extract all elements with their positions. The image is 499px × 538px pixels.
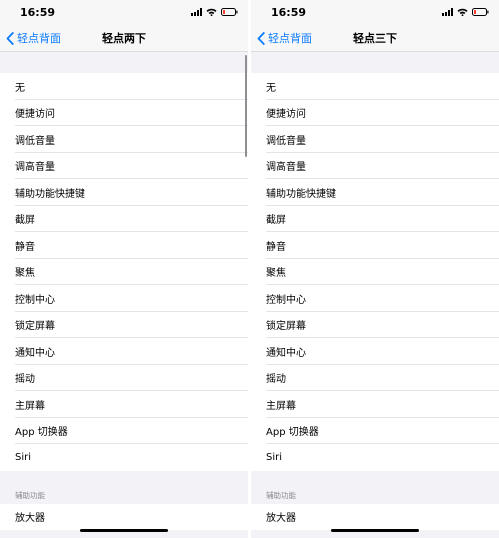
signal-icon [191,8,202,16]
battery-icon [472,8,489,16]
list-item-shake[interactable]: 摇动 [251,364,499,391]
page: 16:59 轻点背面 轻点两下 无 便捷访问 调低音量 调高音量 辅助功能快捷键… [0,0,499,538]
chevron-left-icon [6,31,14,45]
list-item-lock-screen[interactable]: 锁定屏幕 [0,311,248,338]
list-item-magnifier[interactable]: 放大器 [0,503,248,530]
list-item-volume-up[interactable]: 调高音量 [251,152,499,179]
list-item-focus[interactable]: 聚焦 [0,258,248,285]
nav-bar: 轻点背面 轻点两下 [0,24,248,52]
status-icons [191,8,238,16]
list-item-shake[interactable]: 摇动 [0,364,248,391]
list-item-screenshot[interactable]: 截屏 [0,205,248,232]
list-item-notification-center[interactable]: 通知中心 [0,338,248,365]
list-item-accessibility-shortcut[interactable]: 辅助功能快捷键 [251,179,499,206]
list-item-app-switcher[interactable]: App 切换器 [251,417,499,444]
wifi-icon [457,8,468,16]
list-item-lock-screen[interactable]: 锁定屏幕 [251,311,499,338]
list-item-focus[interactable]: 聚焦 [251,258,499,285]
scrollbar[interactable] [245,55,247,157]
screen-triple-tap: 16:59 轻点背面 轻点三下 无 便捷访问 调低音量 调高音量 辅助功能快捷键… [251,0,499,538]
wifi-icon [206,8,217,16]
section-header-accessibility: 辅助功能 [0,487,248,504]
home-indicator[interactable] [80,529,168,532]
list-item-volume-up[interactable]: 调高音量 [0,152,248,179]
action-list: 无 便捷访问 调低音量 调高音量 辅助功能快捷键 截屏 静音 聚焦 控制中心 锁… [251,73,499,471]
action-list: 无 便捷访问 调低音量 调高音量 辅助功能快捷键 截屏 静音 聚焦 控制中心 锁… [0,73,248,471]
list-top-gap [251,52,499,73]
list-item-control-center[interactable]: 控制中心 [251,285,499,312]
list-item-siri[interactable]: Siri [0,444,248,471]
list-item-volume-down[interactable]: 调低音量 [251,126,499,153]
list-item-none[interactable]: 无 [0,73,248,100]
list-item-app-switcher[interactable]: App 切换器 [0,417,248,444]
list-item-siri[interactable]: Siri [251,444,499,471]
list-item-notification-center[interactable]: 通知中心 [251,338,499,365]
back-button-label: 轻点背面 [268,32,312,45]
list-item-control-center[interactable]: 控制中心 [0,285,248,312]
status-bar: 16:59 [0,0,248,24]
chevron-left-icon [257,31,265,45]
list-item-reachability[interactable]: 便捷访问 [251,99,499,126]
back-button[interactable]: 轻点背面 [6,24,61,52]
list-item-volume-down[interactable]: 调低音量 [0,126,248,153]
back-button-label: 轻点背面 [17,32,61,45]
list-item-none[interactable]: 无 [251,73,499,100]
signal-icon [442,8,453,16]
status-icons [442,8,489,16]
list-top-gap [0,52,248,73]
nav-bar: 轻点背面 轻点三下 [251,24,499,52]
screen-double-tap: 16:59 轻点背面 轻点两下 无 便捷访问 调低音量 调高音量 辅助功能快捷键… [0,0,248,538]
section-gap [0,470,248,488]
list-item-reachability[interactable]: 便捷访问 [0,99,248,126]
list-item-screenshot[interactable]: 截屏 [251,205,499,232]
status-time: 16:59 [20,5,56,19]
list-item-mute[interactable]: 静音 [0,232,248,259]
section-header-accessibility: 辅助功能 [251,487,499,504]
battery-icon [221,8,238,16]
list-item-mute[interactable]: 静音 [251,232,499,259]
section-gap [251,470,499,488]
status-time: 16:59 [271,5,307,19]
accessibility-list: 放大器 [0,503,248,530]
list-item-accessibility-shortcut[interactable]: 辅助功能快捷键 [0,179,248,206]
accessibility-list: 放大器 [251,503,499,530]
status-bar: 16:59 [251,0,499,24]
list-item-home-screen[interactable]: 主屏幕 [251,391,499,418]
list-item-home-screen[interactable]: 主屏幕 [0,391,248,418]
home-indicator[interactable] [331,529,419,532]
back-button[interactable]: 轻点背面 [257,24,312,52]
list-item-magnifier[interactable]: 放大器 [251,503,499,530]
